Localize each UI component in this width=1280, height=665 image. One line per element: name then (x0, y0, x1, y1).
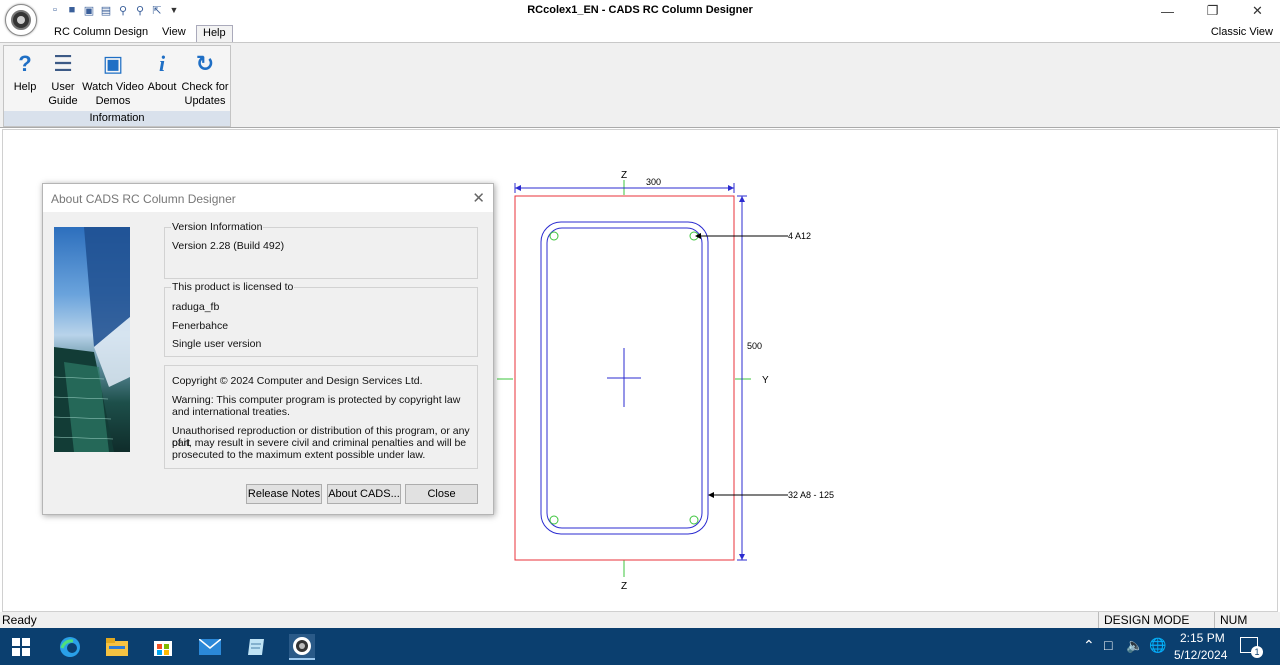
height-dimension-label: 500 (747, 341, 762, 351)
video-camera-icon: ▣ (102, 51, 124, 76)
dialog-close-icon[interactable]: ✕ (472, 189, 485, 207)
classic-view-toggle[interactable]: Classic View (1211, 26, 1273, 38)
title-bar: ▫ ■ ▣ ▤ ⚲ ⚲ ⇱ ▼ RCcolex1_EN - CADS RC Co… (0, 0, 1280, 36)
info-icon: i (158, 51, 166, 76)
close-button[interactable]: Close (405, 484, 478, 504)
version-legend: Version Information (171, 221, 264, 233)
meet-now-icon[interactable]: □ (1104, 637, 1112, 653)
notification-badge: 1 (1251, 646, 1263, 658)
notepad-icon[interactable] (243, 634, 269, 660)
ribbon-tabs: RC Column Design View Help Classic View (0, 22, 1280, 42)
refresh-icon: ↻ (195, 51, 215, 76)
file-explorer-icon[interactable] (104, 634, 130, 660)
watch-video-demos-button[interactable]: ▣ Watch Video Demos (82, 48, 144, 112)
bars-label: 4 A12 (788, 231, 811, 241)
building-photo (54, 227, 130, 452)
store-icon[interactable] (150, 634, 176, 660)
about-cads-button[interactable]: About CADS... (327, 484, 401, 504)
status-divider (1098, 612, 1099, 628)
width-dimension-label: 300 (646, 177, 661, 187)
dim-width-arrow-right (728, 185, 734, 191)
dialog-title-bar: About CADS RC Column Designer ✕ (43, 184, 493, 212)
taskbar: ⌃ □ 🔈 🌐 2:15 PM 5/12/2024 1 (0, 628, 1280, 665)
status-ready: Ready (2, 613, 37, 627)
start-icon[interactable] (8, 634, 34, 660)
status-mode: DESIGN MODE (1104, 613, 1190, 627)
information-group: ? Help ☰ User Guide ▣ Watch Video Demos … (3, 45, 231, 127)
status-divider (1214, 612, 1215, 628)
about-dialog: About CADS RC Column Designer ✕ Version … (42, 183, 494, 515)
bar-bottom-right (689, 515, 699, 525)
dim-height-arrow-bottom (739, 554, 745, 560)
user-guide-icon: ☰ (53, 51, 73, 76)
tab-rc-column-design[interactable]: RC Column Design (48, 25, 154, 42)
group-label: Information (4, 111, 230, 126)
status-bar: Ready DESIGN MODE NUM (0, 612, 1280, 628)
axis-z-bottom-label: Z (621, 581, 627, 592)
version-text: Version 2.28 (Build 492) (172, 240, 285, 252)
dialog-title: About CADS RC Column Designer (51, 192, 236, 206)
dim-height-arrow-top (739, 196, 745, 202)
cads-app-icon[interactable] (289, 634, 315, 660)
bar-top-left (549, 231, 559, 241)
bar-bottom-left (549, 515, 559, 525)
release-notes-button[interactable]: Release Notes (246, 484, 322, 504)
status-num: NUM (1220, 613, 1248, 627)
minimize-button[interactable]: — (1145, 0, 1190, 22)
clock-date[interactable]: 5/12/2024 (1174, 648, 1227, 662)
tab-help[interactable]: Help (196, 25, 233, 42)
notification-icon[interactable]: 1 (1240, 637, 1263, 658)
links-leader-arrow (708, 492, 714, 498)
tray-overflow-icon[interactable]: ⌃ (1083, 637, 1095, 654)
about-button[interactable]: i About (145, 48, 179, 112)
restore-button[interactable]: ❐ (1190, 0, 1235, 22)
app-logo-icon (11, 10, 31, 30)
dim-width-arrow-left (515, 185, 521, 191)
bars-leader-arrow (695, 233, 701, 239)
building-illustration (54, 227, 130, 452)
version-info-group: Version Information Version 2.28 (Build … (164, 221, 478, 279)
legal-group: Copyright © 2024 Computer and Design Ser… (164, 365, 478, 469)
links-label: 32 A8 - 125 (788, 490, 834, 500)
unauth-line-2: of it, may result in severe civil and cr… (172, 437, 467, 449)
axis-y-label: Y (762, 375, 769, 386)
volume-muted-icon[interactable]: 🔈 (1126, 637, 1143, 654)
axis-z-top-label: Z (621, 170, 627, 181)
edge-icon[interactable] (57, 634, 83, 660)
warning-line-1: Warning: This computer program is protec… (172, 394, 461, 406)
mail-icon[interactable] (197, 634, 223, 660)
license-user: raduga_fb (172, 301, 220, 313)
check-for-updates-button[interactable]: ↻ Check for Updates (180, 48, 230, 112)
application-menu-button[interactable] (5, 4, 37, 36)
window-title: RCcolex1_EN - CADS RC Column Designer (527, 4, 753, 16)
tab-view[interactable]: View (156, 25, 192, 42)
window-controls: — ❐ ✕ (1145, 0, 1280, 22)
help-button[interactable]: ? Help (8, 48, 42, 112)
unauth-line-3: prosecuted to the maximum extent possibl… (172, 449, 426, 461)
clock-time[interactable]: 2:15 PM (1180, 631, 1225, 645)
license-group: This product is licensed to raduga_fb Fe… (164, 281, 478, 357)
close-window-button[interactable]: ✕ (1235, 0, 1280, 22)
warning-line-2: and international treaties. (172, 406, 290, 418)
license-org: Fenerbahce (172, 320, 229, 332)
copyright-text: Copyright © 2024 Computer and Design Ser… (172, 375, 423, 387)
help-question-icon: ? (18, 51, 32, 76)
language-globe-icon[interactable]: 🌐 (1149, 637, 1166, 654)
license-type: Single user version (172, 338, 262, 350)
ribbon-panel: ? Help ☰ User Guide ▣ Watch Video Demos … (0, 42, 1280, 128)
license-legend: This product is licensed to (171, 281, 295, 293)
user-guide-button[interactable]: ☰ User Guide (44, 48, 82, 112)
